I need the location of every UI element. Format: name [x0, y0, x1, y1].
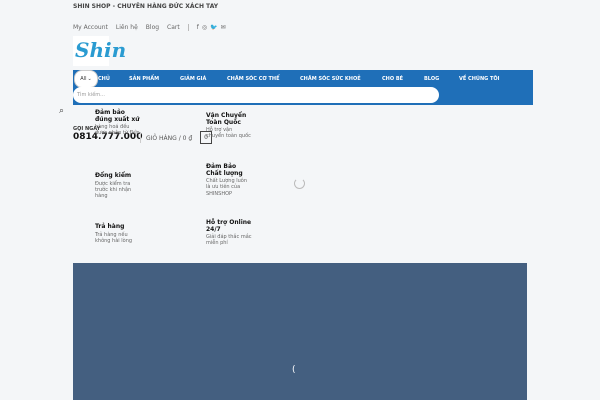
feature-desc: hàng hoá đều được nhập từ Đức	[95, 124, 140, 137]
nav-item-health-care[interactable]: CHĂM SÓC SỨC KHOẺ	[300, 76, 361, 82]
cart-summary[interactable]: GIỎ HÀNG / 0 ₫	[146, 135, 192, 142]
search-category-select[interactable]: All ⌄	[74, 70, 98, 88]
hero-banner[interactable]	[73, 263, 527, 400]
search-input[interactable]: Tìm kiếm...	[73, 87, 439, 103]
nav-item-about[interactable]: VỀ CHÚNG TÔI	[459, 76, 500, 82]
feature-desc: Chất Lượng luôn là ưu tiên của SHINSHOP	[206, 178, 248, 197]
nav-item-products[interactable]: SẢN PHẨM	[129, 76, 159, 82]
my-account-link[interactable]: My Account	[73, 24, 108, 31]
feature-desc: Hỗ trợ vận chuyển toàn quốc	[206, 127, 251, 140]
feature-origin: Đảm bảo đúng xuất xứ hàng hoá đều được n…	[95, 109, 141, 137]
feature-title: Đảm Bảo Chất lượng	[206, 163, 243, 177]
feature-title: Hỗ trợ Online 24/7	[206, 219, 252, 233]
facebook-icon[interactable]: f	[197, 24, 199, 31]
nav-item-kids[interactable]: CHO BÉ	[382, 76, 403, 82]
feature-support: Hỗ trợ Online 24/7 Giải đáp thắc mắc miễ…	[206, 219, 252, 247]
contact-link[interactable]: Liên hệ	[116, 24, 138, 31]
site-tagline: SHIN SHOP - CHUYÊN HÀNG ĐỨC XÁCH TAY	[73, 3, 219, 10]
chevron-down-icon: ⌄	[87, 76, 92, 82]
feature-desc: Giải đáp thắc mắc miễn phí	[206, 234, 252, 247]
feature-title: Trả hàng	[95, 223, 125, 230]
hero-loading-indicator: (	[292, 365, 296, 375]
loading-spinner-icon	[294, 178, 305, 189]
social-icons: f ◎ 🐦 ✉	[197, 24, 226, 31]
feature-inspection: Đổng kiểm Được kiểm tra trước khi nhận h…	[95, 172, 141, 200]
feature-desc: Được kiểm tra trước khi nhận hàng	[95, 180, 132, 200]
feature-title: Đổng kiểm	[95, 172, 132, 179]
feature-title: Đảm bảo đúng xuất xứ	[95, 109, 140, 123]
cart-link[interactable]: Cart	[167, 24, 180, 31]
top-links: My Account Liên hệ Blog Cart f ◎ 🐦 ✉	[73, 24, 226, 31]
nav-item-blog[interactable]: BLOG	[424, 76, 439, 82]
feature-desc: Trả hàng nếu không hài lòng	[95, 231, 133, 244]
nav-item-home[interactable]: CHỦ	[98, 76, 110, 82]
email-icon[interactable]: ✉	[221, 24, 226, 31]
feature-shipping: Vận Chuyển Toàn Quốc Hỗ trợ vận chuyển t…	[206, 112, 252, 140]
feature-title: Vận Chuyển Toàn Quốc	[206, 112, 247, 126]
divider	[187, 24, 189, 31]
twitter-icon[interactable]: 🐦	[210, 24, 217, 31]
instagram-icon[interactable]: ◎	[202, 24, 207, 31]
search-icon[interactable]: ⌕	[59, 106, 64, 116]
nav-item-body-care[interactable]: CHĂM SÓC CƠ THỂ	[227, 76, 280, 82]
category-value: All	[80, 76, 87, 82]
nav-item-sale[interactable]: GIẢM GIÁ	[180, 76, 206, 82]
feature-returns: Trả hàng Trả hàng nếu không hài lòng	[95, 223, 141, 244]
site-logo[interactable]: Shin	[75, 38, 126, 62]
feature-quality: Đảm Bảo Chất lượng Chất Lượng luôn là ưu…	[206, 163, 252, 197]
blog-link[interactable]: Blog	[146, 24, 159, 31]
